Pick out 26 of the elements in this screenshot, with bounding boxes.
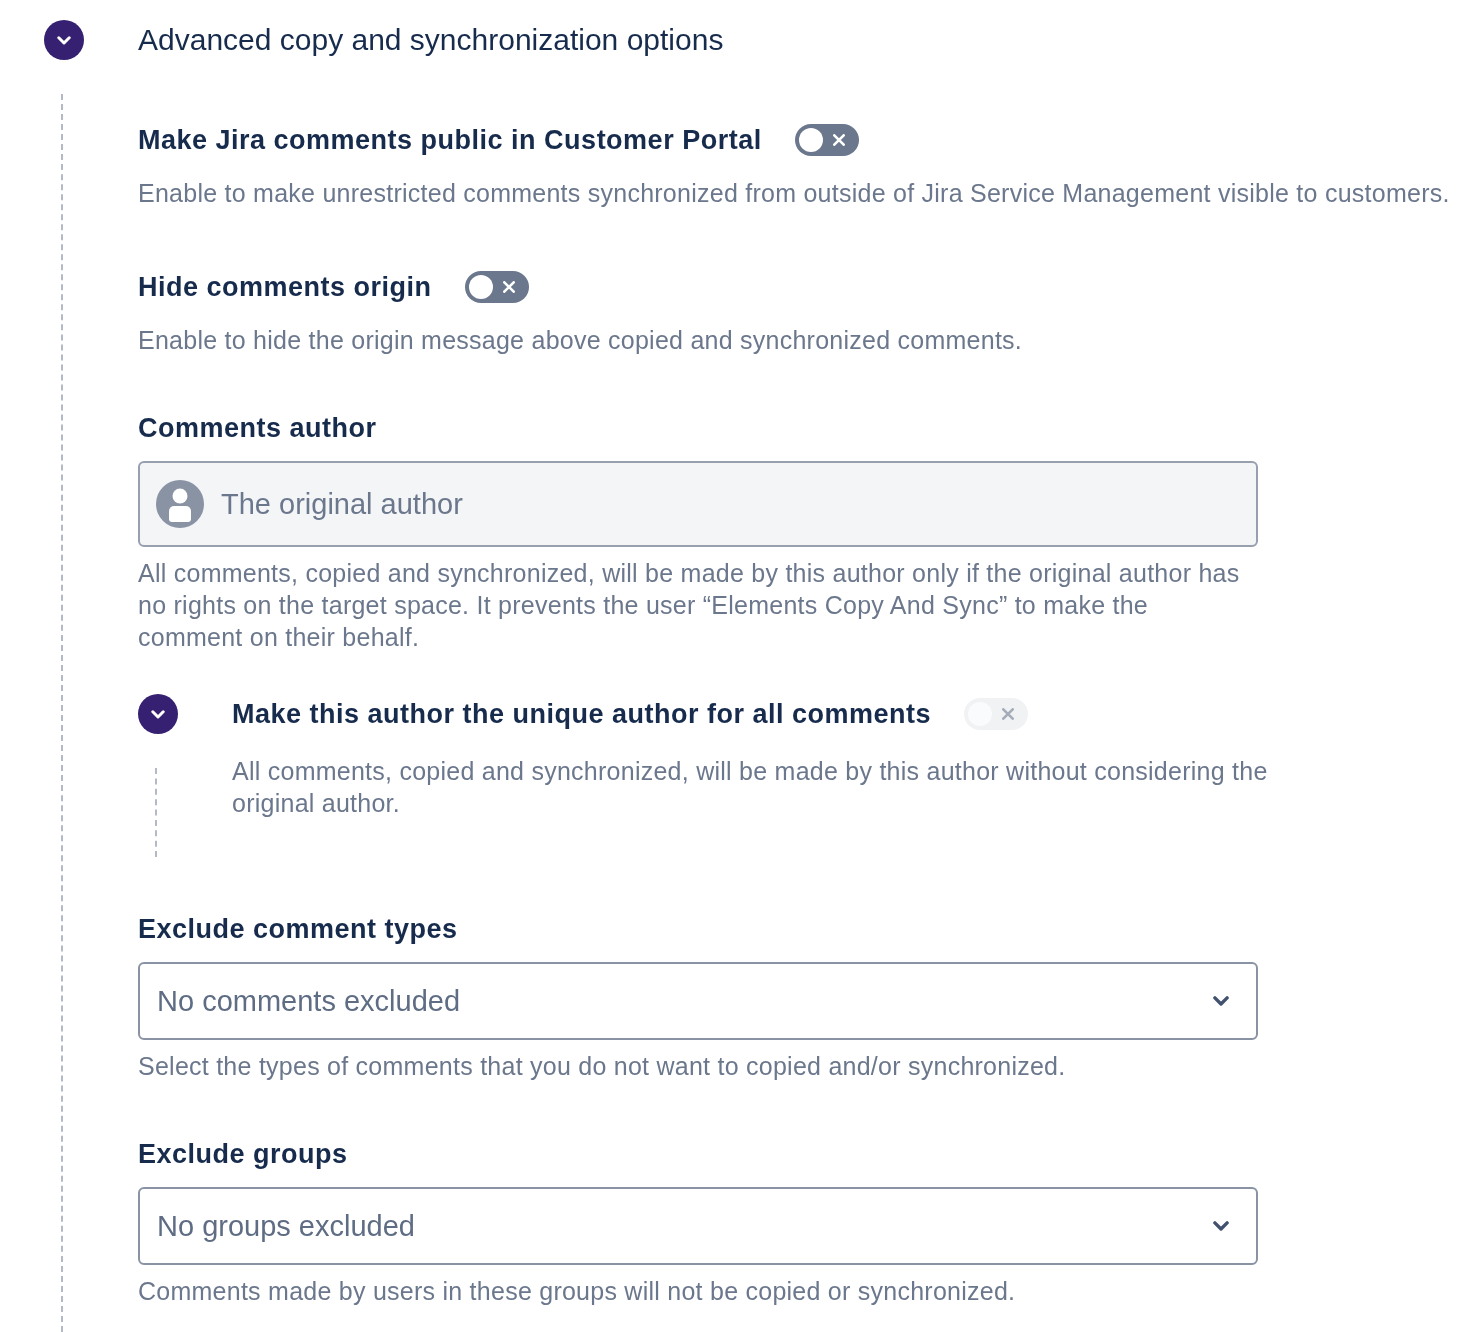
chevron-down-icon [151, 709, 165, 719]
setting-label: Exclude groups [138, 1138, 348, 1171]
setting-description: Select the types of comments that you do not want to copied and/or synchronized. [138, 1051, 1067, 1082]
setting-description: Comments made by users in these groups will not be copied or synchronized. [138, 1276, 1017, 1307]
chevron-down-icon [57, 35, 71, 45]
cross-icon [1002, 708, 1015, 720]
setting-description: All comments, copied and synchronized, will be made by this author only if the original author has no rights on the target space. It prevents the user “Elements Copy And Sync” to make the comment on their behalf. [138, 558, 1241, 653]
section-title: Advanced copy and synchronization options [138, 22, 724, 58]
setting-description: Enable to make unrestricted comments synchronized from outside of Jira Service Management visible to customers. [138, 178, 1451, 209]
setting-label: Comments author [138, 412, 377, 445]
select-field[interactable]: No comments excluded [138, 962, 1258, 1040]
setting-description: All comments, copied and synchronized, will be made by this author without considering the original author. [232, 756, 1269, 819]
setting-description: Enable to hide the origin message above copied and synchronized comments. [138, 325, 1024, 356]
select-field[interactable]: No groups excluded [138, 1187, 1258, 1265]
cross-icon [502, 281, 515, 293]
setting-label: Exclude comment types [138, 913, 458, 946]
expand-button[interactable] [44, 20, 84, 60]
chevron-down-icon [1213, 996, 1229, 1006]
avatar-icon [156, 480, 204, 528]
cross-icon [832, 134, 845, 146]
section-title: Make this author the unique author for all comments [232, 698, 932, 731]
toggle-switch[interactable] [794, 124, 859, 156]
chevron-down-icon [1213, 1221, 1229, 1231]
setting-label: Hide comments origin [138, 271, 432, 304]
toggle-switch[interactable] [464, 271, 529, 303]
setting-label: Make Jira comments public in Customer Portal [138, 124, 762, 157]
